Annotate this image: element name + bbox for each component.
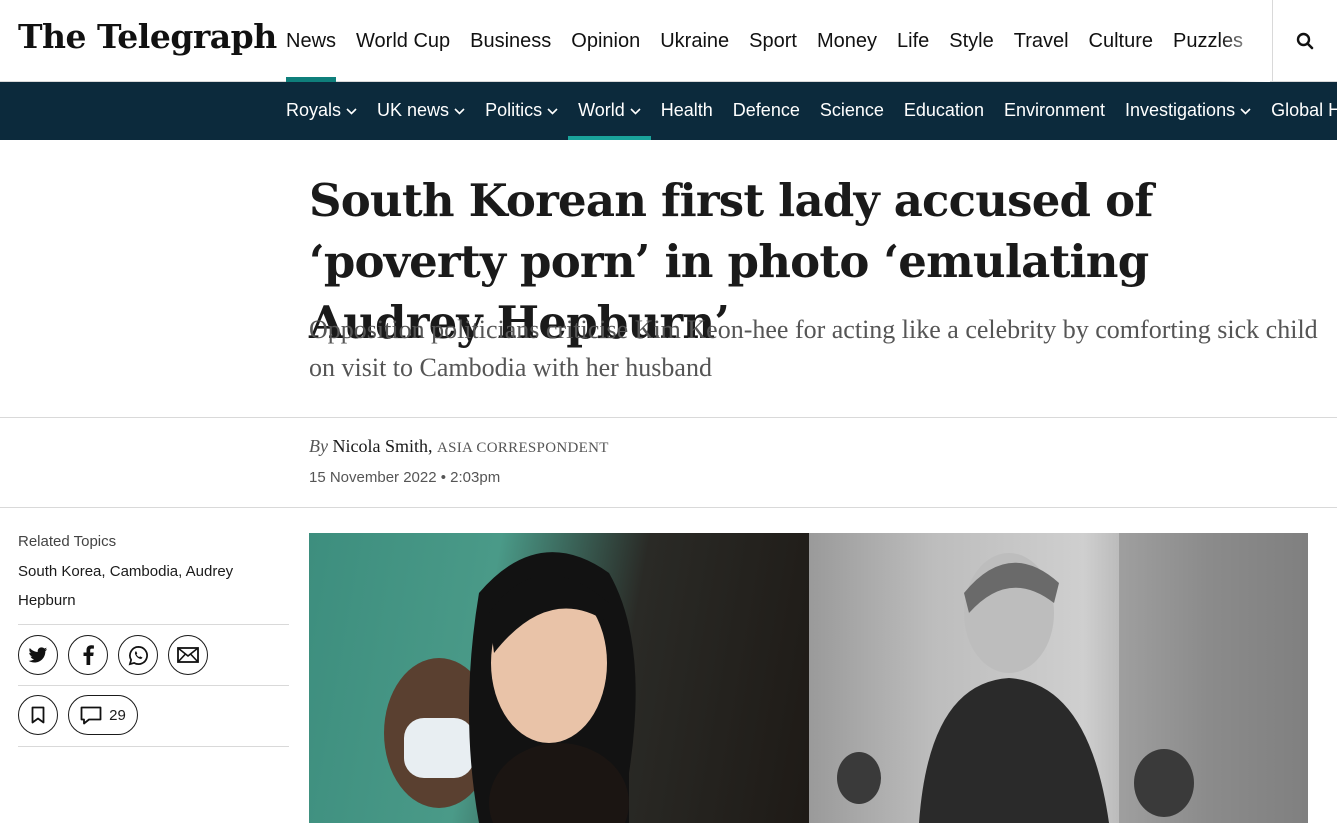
- bookmark-button[interactable]: [18, 695, 58, 735]
- nav-item-travel[interactable]: Travel: [1004, 0, 1079, 82]
- nav-item-sport[interactable]: Sport: [739, 0, 807, 82]
- subnav-item-uk-news[interactable]: UK news: [367, 82, 475, 140]
- nav-fade-overlay: [1220, 0, 1270, 82]
- subnav-item-global-health[interactable]: Global H: [1261, 82, 1337, 140]
- nav-item-ukraine[interactable]: Ukraine: [650, 0, 739, 82]
- divider: [18, 624, 289, 625]
- search-icon: [1296, 32, 1314, 50]
- photo-figures-color: [384, 552, 636, 823]
- comment-icon: [80, 706, 102, 724]
- subnav-item-defence[interactable]: Defence: [723, 82, 810, 140]
- whatsapp-icon: [128, 645, 148, 665]
- nav-item-world-cup[interactable]: World Cup: [346, 0, 460, 82]
- divider: [0, 507, 1337, 508]
- subnav-item-politics[interactable]: Politics: [475, 82, 568, 140]
- topic-link-cambodia[interactable]: Cambodia: [110, 563, 178, 580]
- divider: [18, 746, 289, 747]
- author-link[interactable]: Nicola Smith,: [332, 436, 432, 456]
- subnav-label: Royals: [286, 100, 342, 120]
- email-icon: [177, 647, 199, 663]
- chevron-down-icon: [547, 108, 558, 115]
- chevron-down-icon: [454, 108, 465, 115]
- divider: [0, 417, 1337, 418]
- comments-button[interactable]: 29: [68, 695, 138, 735]
- chevron-down-icon: [346, 108, 357, 115]
- article-hero-image: [309, 533, 1308, 823]
- share-email-button[interactable]: [168, 635, 208, 675]
- facebook-icon: [83, 645, 94, 665]
- nav-item-money[interactable]: Money: [807, 0, 887, 82]
- author-role: ASIA CORRESPONDENT: [436, 440, 609, 456]
- search-button[interactable]: [1272, 0, 1337, 82]
- related-topics-list: South Korea, Cambodia, Audrey Hepburn: [18, 563, 234, 609]
- bookmark-icon: [31, 706, 45, 724]
- publish-date: 15 November 2022 • 2:03pm: [309, 469, 501, 486]
- subnav-label: Investigations: [1125, 100, 1236, 120]
- subnav-item-science[interactable]: Science: [810, 82, 894, 140]
- divider: [18, 685, 289, 686]
- hero-image-right-photo: [809, 533, 1308, 823]
- nav-item-style[interactable]: Style: [939, 0, 1003, 82]
- subnav-item-education[interactable]: Education: [894, 82, 994, 140]
- chevron-down-icon: [1240, 108, 1251, 115]
- subnav-item-world[interactable]: World: [568, 82, 651, 140]
- subnav-item-investigations[interactable]: Investigations: [1115, 82, 1261, 140]
- telegraph-logo[interactable]: The Telegraph: [18, 17, 277, 56]
- share-facebook-button[interactable]: [68, 635, 108, 675]
- nav-item-opinion[interactable]: Opinion: [561, 0, 650, 82]
- nav-item-news[interactable]: News: [276, 0, 346, 82]
- article-standfirst: Opposition politicians criticise Kim Keo…: [309, 315, 1318, 382]
- byline: By Nicola Smith, ASIA CORRESPONDENT: [309, 436, 609, 457]
- subnav-label: Politics: [485, 100, 543, 120]
- nav-item-business[interactable]: Business: [460, 0, 561, 82]
- chevron-down-icon: [630, 108, 641, 115]
- topic-link-south-korea[interactable]: South Korea: [18, 563, 101, 580]
- share-twitter-button[interactable]: [18, 635, 58, 675]
- comments-count: 29: [109, 706, 126, 724]
- subnav-item-health[interactable]: Health: [651, 82, 723, 140]
- share-whatsapp-button[interactable]: [118, 635, 158, 675]
- hero-image-left-photo: [309, 533, 809, 823]
- section-navigation-bar: Royals UK news Politics World Health Defence S…: [0, 82, 1337, 140]
- photo-figures-bw: [837, 533, 1308, 823]
- subnav-item-environment[interactable]: Environment: [994, 82, 1115, 140]
- section-nav: Royals UK news Politics World Health Defence S…: [276, 82, 1337, 140]
- nav-item-life[interactable]: Life: [887, 0, 939, 82]
- primary-nav: News World Cup Business Opinion Ukraine Sport…: [276, 0, 1270, 82]
- subnav-item-royals[interactable]: Royals: [276, 82, 367, 140]
- subnav-label: UK news: [377, 100, 450, 120]
- top-navigation-bar: The Telegraph News World Cup Business Opini…: [0, 0, 1337, 82]
- nav-item-culture[interactable]: Culture: [1079, 0, 1163, 82]
- byline-prefix: By: [309, 436, 328, 456]
- subnav-label: World: [578, 100, 625, 120]
- twitter-icon: [28, 646, 48, 662]
- related-topics-title: Related Topics: [18, 533, 117, 550]
